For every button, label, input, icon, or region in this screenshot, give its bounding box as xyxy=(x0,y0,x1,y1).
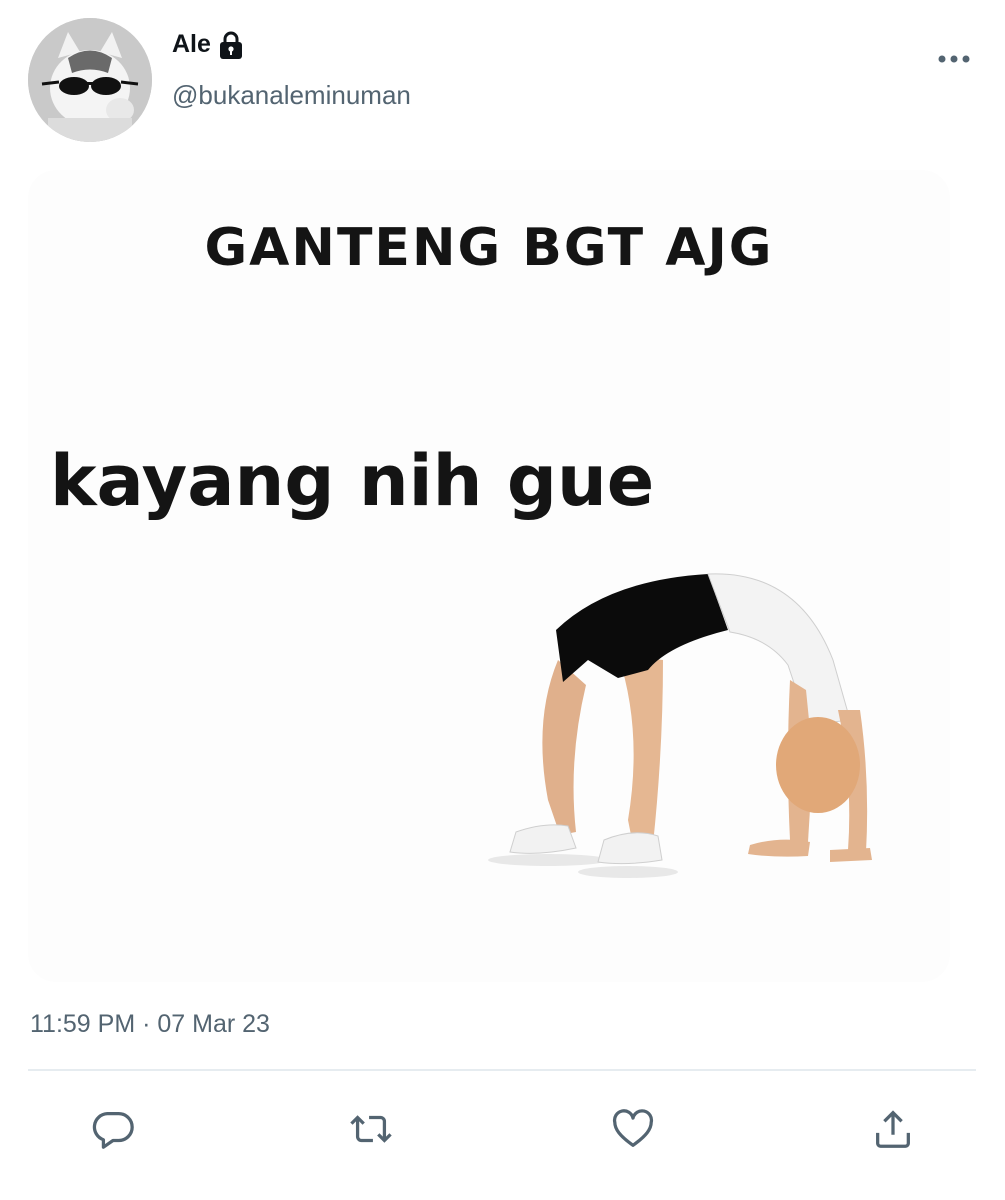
reply-button[interactable] xyxy=(88,1104,138,1154)
display-name[interactable]: Ale xyxy=(172,30,211,59)
heart-icon xyxy=(612,1109,654,1147)
more-options-icon[interactable] xyxy=(936,52,972,66)
tweet-timestamp[interactable]: 11:59 PM · 07 Mar 23 xyxy=(30,1010,270,1039)
avatar[interactable] xyxy=(28,18,152,142)
share-icon xyxy=(876,1110,910,1148)
divider xyxy=(28,1069,976,1071)
backbend-figure-illustration xyxy=(488,573,872,878)
user-handle[interactable]: @bukanaleminuman xyxy=(172,80,411,111)
lock-icon xyxy=(220,31,242,59)
retweet-button[interactable] xyxy=(346,1104,396,1154)
reply-icon xyxy=(92,1112,134,1149)
tweet: Ale @bukanaleminuman GANTENG BGT AJG kay… xyxy=(0,0,1005,1200)
like-button[interactable] xyxy=(608,1104,658,1154)
retweet-icon xyxy=(350,1115,392,1143)
share-button[interactable] xyxy=(868,1104,918,1154)
tweet-media-image[interactable]: GANTENG BGT AJG kayang nih gue xyxy=(28,170,950,982)
meme-title: GANTENG BGT AJG xyxy=(204,218,774,278)
meme-caption: kayang nih gue xyxy=(50,440,655,522)
